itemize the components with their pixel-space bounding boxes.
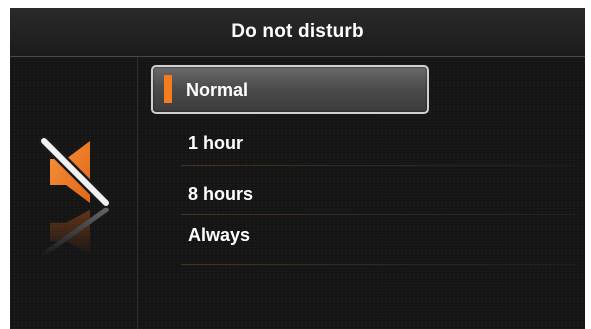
option-always[interactable]: Always xyxy=(151,217,576,265)
speaker-muted-icon xyxy=(38,137,112,207)
divider xyxy=(181,214,576,215)
selection-marker xyxy=(164,75,172,103)
option-list: Normal 1 hour 8 hours Always xyxy=(151,65,581,265)
option-label: 8 hours xyxy=(188,184,254,204)
option-normal[interactable]: Normal xyxy=(151,65,429,114)
option-8-hours[interactable]: 8 hours xyxy=(151,167,576,215)
option-label: Always xyxy=(188,225,251,245)
title-bar: Do not disturb xyxy=(10,8,585,57)
option-label: 1 hour xyxy=(188,133,244,153)
speaker-muted-reflection-icon xyxy=(41,207,109,257)
divider xyxy=(181,165,576,166)
icon-pane xyxy=(10,57,138,329)
dnd-screen: Do not disturb Normal 1 hour 8 hours Alw… xyxy=(10,8,585,329)
option-label: Normal xyxy=(186,80,249,100)
option-1-hour[interactable]: 1 hour xyxy=(151,118,576,166)
page-title: Do not disturb xyxy=(231,21,364,42)
divider xyxy=(181,264,576,265)
